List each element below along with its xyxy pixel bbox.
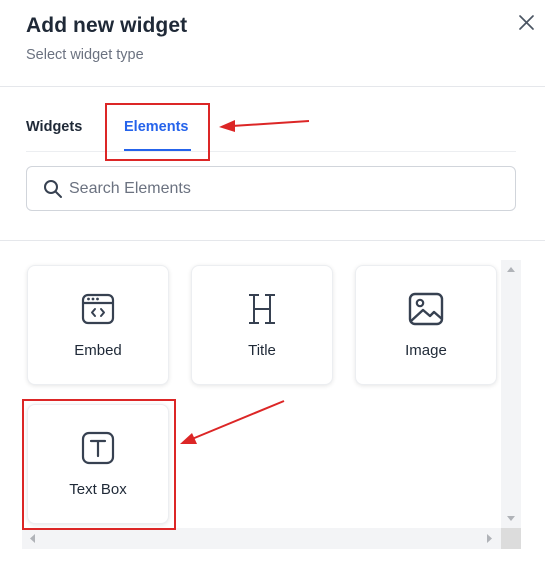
dialog-header: Add new widget Select widget type: [26, 14, 187, 63]
element-card-title[interactable]: Title: [191, 265, 333, 385]
search-box[interactable]: [26, 166, 516, 211]
section-divider: [0, 240, 545, 241]
heading-icon: [243, 290, 281, 328]
elements-grid: Embed Title Image Text Box: [22, 258, 522, 550]
image-icon: [407, 290, 445, 328]
dialog-subtitle: Select widget type: [26, 47, 144, 63]
element-label: Embed: [74, 342, 122, 359]
close-button[interactable]: [516, 12, 538, 34]
tab-widgets[interactable]: Widgets: [26, 119, 82, 135]
annotation-arrow-tab: [219, 120, 310, 132]
search-icon: [44, 180, 62, 198]
add-widget-dialog: Add new widget Select widget type Widget…: [0, 0, 545, 568]
element-card-image[interactable]: Image: [355, 265, 497, 385]
element-label: Image: [405, 342, 447, 359]
header-divider: [0, 86, 545, 87]
scrollbar-corner: [501, 528, 521, 549]
vertical-scrollbar[interactable]: [501, 260, 521, 528]
element-label: Title: [248, 342, 276, 359]
dialog-title: Add new widget: [26, 14, 188, 37]
horizontal-scrollbar[interactable]: [22, 528, 521, 549]
element-label: Text Box: [69, 481, 127, 498]
scroll-left-arrow-icon[interactable]: [22, 528, 42, 549]
tab-elements[interactable]: Elements: [124, 119, 188, 135]
text-box-icon: [79, 429, 117, 467]
scroll-up-arrow-icon[interactable]: [501, 260, 521, 280]
search-input[interactable]: [69, 168, 499, 209]
element-card-embed[interactable]: Embed: [27, 265, 169, 385]
scroll-right-arrow-icon[interactable]: [480, 528, 500, 549]
embed-icon: [79, 290, 117, 328]
element-card-text-box[interactable]: Text Box: [27, 404, 169, 524]
scroll-down-arrow-icon[interactable]: [501, 508, 521, 528]
tabs-divider: [26, 151, 516, 152]
close-icon: [519, 15, 534, 30]
